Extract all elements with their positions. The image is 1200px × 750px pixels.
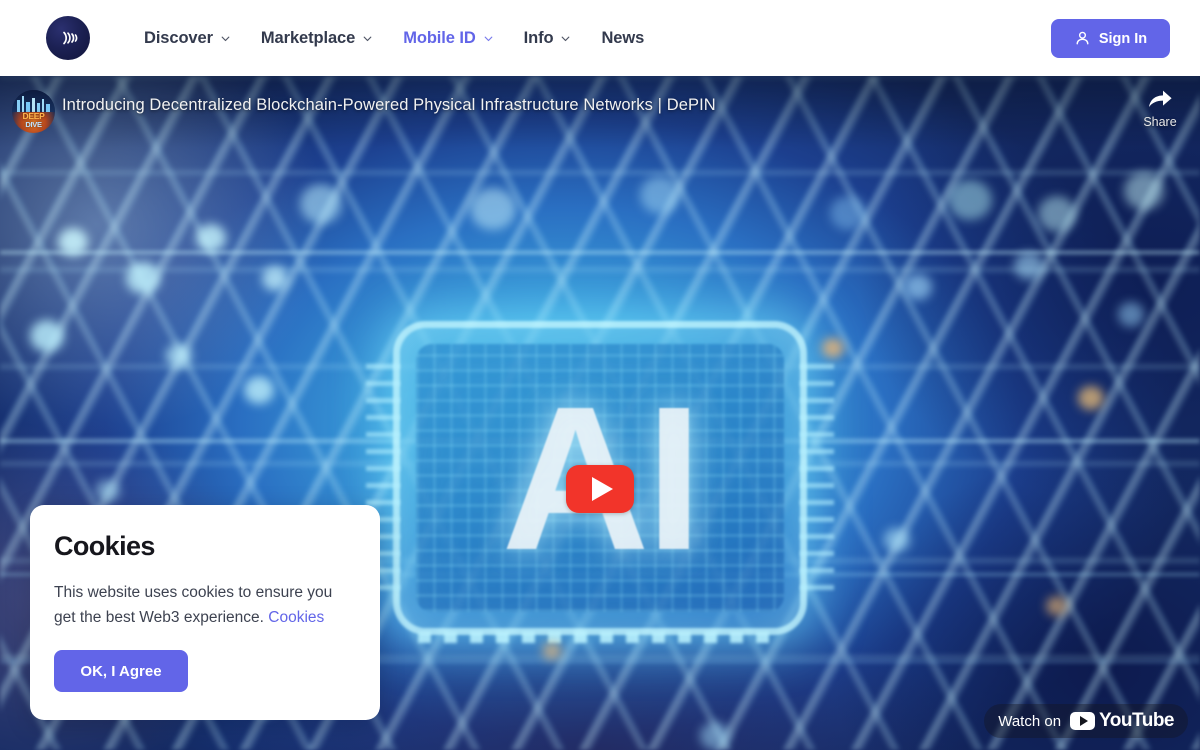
- nav-item-label: Mobile ID: [403, 28, 476, 47]
- youtube-wordmark: YouTube: [1099, 710, 1174, 731]
- site-logo[interactable]: [46, 16, 90, 60]
- bokeh-light: [884, 528, 910, 552]
- person-icon: [1076, 31, 1089, 45]
- nav-item-discover[interactable]: Discover: [144, 29, 231, 48]
- chip-pins-bottom: [418, 632, 782, 643]
- bokeh-light: [30, 320, 64, 352]
- watch-on-label: Watch on: [998, 712, 1062, 730]
- bokeh-light: [640, 176, 680, 214]
- chevron-down-icon: [484, 36, 493, 41]
- video-title[interactable]: Introducing Decentralized Blockchain-Pow…: [62, 96, 716, 115]
- bokeh-light: [830, 196, 866, 230]
- share-label: Share: [1143, 115, 1177, 129]
- nav-item-news[interactable]: News: [601, 29, 644, 48]
- share-arrow-icon: [1149, 90, 1172, 107]
- bokeh-light: [1038, 196, 1076, 232]
- watch-on-youtube-button[interactable]: Watch on YouTube: [984, 704, 1188, 738]
- bokeh-light: [948, 180, 992, 220]
- sign-in-button[interactable]: Sign In: [1051, 19, 1170, 58]
- contactless-wave-logo-icon: [46, 16, 90, 60]
- bokeh-light: [1078, 386, 1104, 410]
- bokeh-light: [244, 376, 274, 404]
- bokeh-light: [196, 224, 226, 252]
- nav-item-marketplace[interactable]: Marketplace: [261, 29, 373, 48]
- bokeh-light: [904, 274, 932, 300]
- cookie-dialog-body: This website uses cookies to ensure you …: [54, 580, 356, 630]
- share-button[interactable]: Share: [1132, 88, 1188, 129]
- bokeh-light: [1124, 172, 1164, 210]
- chevron-down-icon: [363, 36, 372, 41]
- play-button[interactable]: [566, 465, 634, 513]
- bokeh-light: [470, 188, 516, 230]
- avatar-line-2: DIVE: [25, 120, 42, 130]
- cookie-dialog-title: Cookies: [54, 531, 155, 561]
- main-navigation: Discover Marketplace Mobile ID Info News: [144, 0, 644, 76]
- play-triangle-icon: [591, 477, 613, 501]
- chevron-down-icon: [221, 36, 230, 41]
- bokeh-light: [300, 184, 342, 224]
- nav-item-label: Discover: [144, 28, 213, 47]
- cookie-accept-button[interactable]: OK, I Agree: [54, 650, 188, 692]
- bokeh-light: [58, 228, 88, 256]
- nav-item-label: Marketplace: [260, 28, 356, 47]
- bokeh-light: [1014, 252, 1044, 280]
- bokeh-light: [822, 338, 844, 358]
- site-header: Discover Marketplace Mobile ID Info News: [0, 0, 1200, 76]
- nav-item-info[interactable]: Info: [524, 29, 572, 48]
- bokeh-light: [262, 266, 288, 291]
- bokeh-light: [166, 344, 192, 368]
- bokeh-light: [96, 480, 120, 502]
- sign-in-label: Sign In: [1098, 30, 1148, 47]
- nav-item-label: News: [601, 28, 645, 47]
- bokeh-light: [1046, 596, 1068, 616]
- bokeh-light: [126, 262, 160, 294]
- bokeh-light: [542, 642, 562, 660]
- nav-item-label: Info: [523, 28, 554, 47]
- cookie-consent-dialog: Cookies This website uses cookies to ens…: [30, 505, 380, 720]
- youtube-play-icon: [1070, 712, 1096, 730]
- nav-item-mobile-id[interactable]: Mobile ID: [403, 29, 493, 48]
- bokeh-light: [700, 722, 730, 750]
- chevron-down-icon: [562, 36, 570, 41]
- bokeh-light: [1118, 302, 1144, 327]
- channel-avatar[interactable]: DEEP DIVE: [12, 90, 55, 133]
- cookie-policy-link[interactable]: Cookies: [268, 609, 324, 626]
- youtube-logo: YouTube: [1070, 710, 1174, 732]
- chip-pins-right: [800, 364, 834, 590]
